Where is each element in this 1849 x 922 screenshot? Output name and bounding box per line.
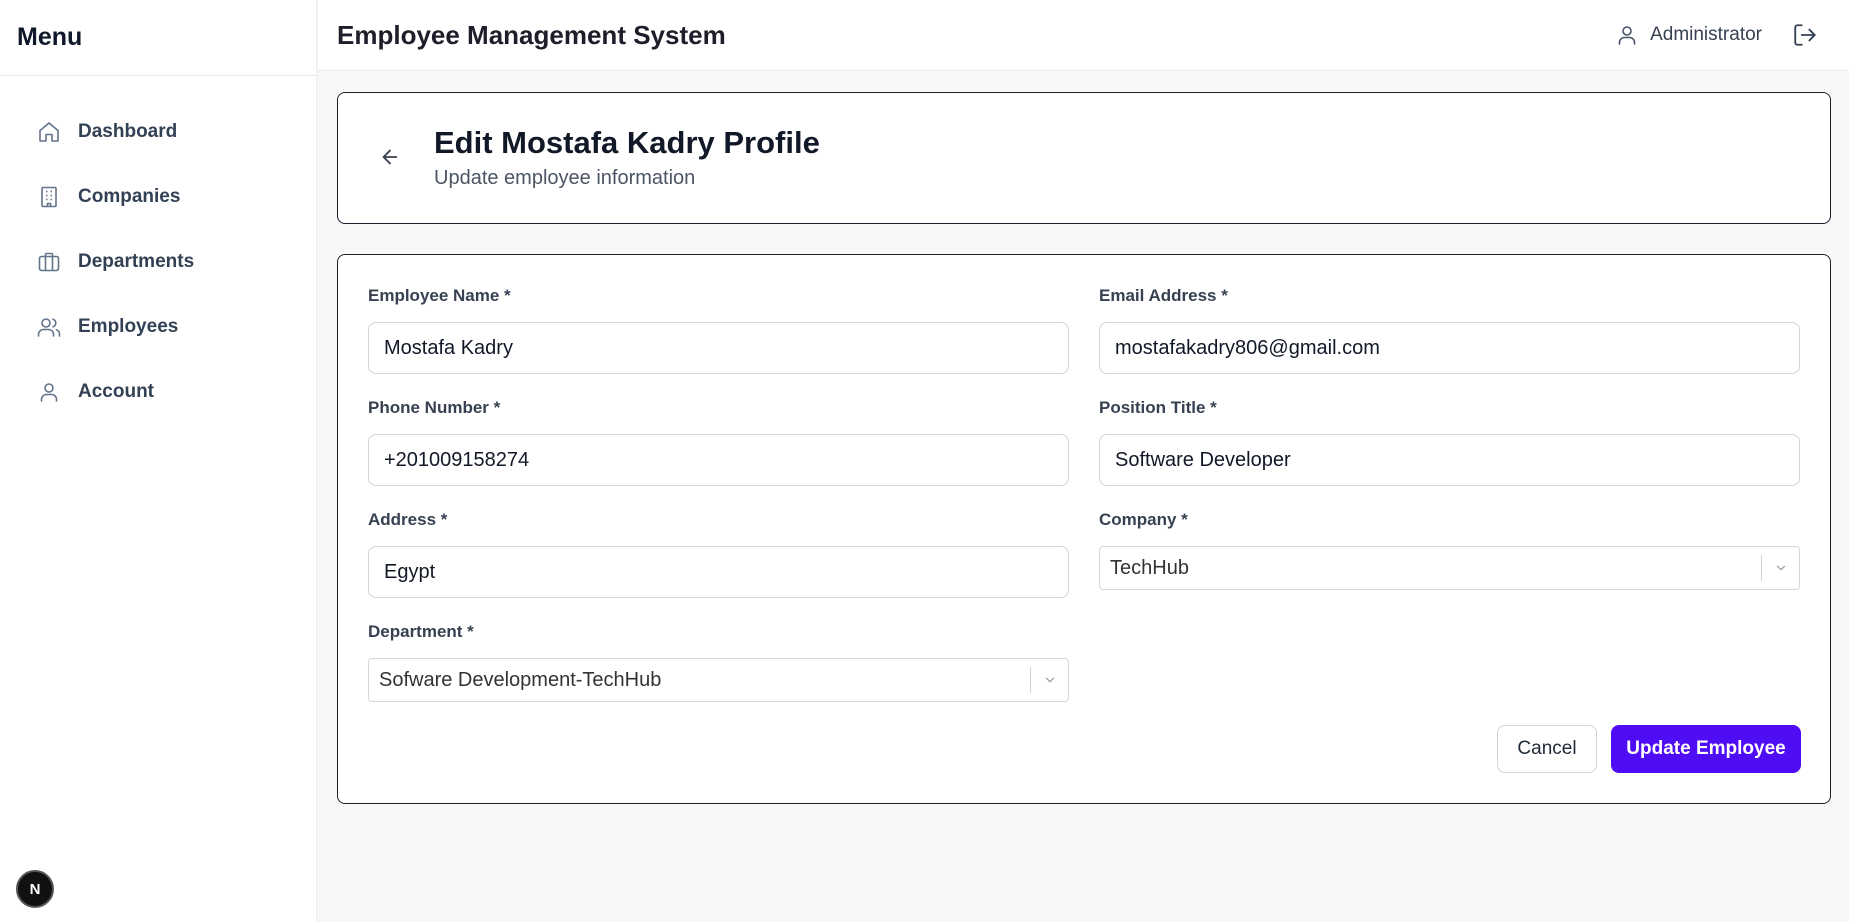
user-icon [36, 379, 62, 405]
chevron-down-icon[interactable] [1762, 546, 1799, 590]
building-icon [36, 184, 62, 210]
chevron-down-icon[interactable] [1031, 658, 1068, 702]
employee-name-input[interactable] [368, 322, 1069, 374]
sidebar-title: Menu [17, 23, 83, 51]
sidebar-item-label: Dashboard [78, 121, 178, 142]
position-label: Position Title * [1099, 398, 1217, 417]
email-field: Email Address * [1099, 286, 1800, 374]
sidebar-item-employees[interactable]: Employees [24, 306, 304, 348]
topbar: Employee Management System Administrator [318, 0, 1849, 71]
page-subtitle: Update employee information [434, 167, 696, 189]
email-input[interactable] [1099, 322, 1800, 374]
arrow-left-icon [379, 146, 401, 173]
email-label: Email Address * [1099, 286, 1228, 305]
app-title: Employee Management System [337, 19, 726, 50]
sidebar-item-label: Account [78, 381, 154, 402]
dev-tools-badge[interactable]: N [16, 870, 54, 908]
cancel-button[interactable]: Cancel [1497, 725, 1597, 773]
page-title: Edit Mostafa Kadry Profile [434, 125, 820, 160]
sidebar-item-departments[interactable]: Departments [24, 241, 304, 283]
sidebar-item-companies[interactable]: Companies [24, 176, 304, 218]
company-select[interactable]: TechHub [1099, 546, 1800, 590]
department-field: Department * Sofware Development-TechHub [368, 622, 1069, 702]
phone-input[interactable] [368, 434, 1069, 486]
company-label: Company * [1099, 510, 1188, 529]
sidebar-item-label: Employees [78, 316, 179, 337]
company-select-value: TechHub [1110, 556, 1189, 579]
address-input[interactable] [368, 546, 1069, 598]
app-root: Menu Dashboard Companies Departments Emp… [0, 0, 1849, 922]
department-select-value: Sofware Development-TechHub [379, 668, 662, 691]
employee-form: Employee Name * Email Address * Phone Nu… [337, 254, 1831, 804]
sidebar-item-label: Companies [78, 186, 181, 207]
sidebar-header: Menu [0, 0, 316, 76]
user-name[interactable]: Administrator [1650, 24, 1762, 46]
back-button[interactable] [374, 143, 406, 175]
employee-name-label: Employee Name * [368, 286, 511, 305]
sidebar: Menu Dashboard Companies Departments Emp… [0, 0, 317, 922]
briefcase-icon [36, 249, 62, 275]
phone-label: Phone Number * [368, 398, 501, 417]
home-icon [36, 119, 62, 145]
sidebar-item-account[interactable]: Account [24, 371, 304, 413]
user-area: Administrator [1615, 22, 1818, 48]
address-label: Address * [368, 510, 448, 529]
phone-field: Phone Number * [368, 398, 1069, 486]
update-employee-button[interactable]: Update Employee [1611, 725, 1801, 773]
position-input[interactable] [1099, 434, 1800, 486]
position-field: Position Title * [1099, 398, 1800, 486]
page-header-card: Edit Mostafa Kadry Profile Update employ… [337, 92, 1831, 224]
logout-icon[interactable] [1792, 22, 1818, 48]
department-select[interactable]: Sofware Development-TechHub [368, 658, 1069, 702]
employee-name-field: Employee Name * [368, 286, 1069, 374]
users-icon [36, 314, 62, 340]
sidebar-nav: Dashboard Companies Departments Employee… [24, 111, 304, 436]
sidebar-item-dashboard[interactable]: Dashboard [24, 111, 304, 153]
sidebar-item-label: Departments [78, 251, 195, 272]
user-icon [1615, 22, 1641, 48]
department-label: Department * [368, 622, 474, 641]
company-field: Company * TechHub [1099, 510, 1800, 590]
address-field: Address * [368, 510, 1069, 598]
